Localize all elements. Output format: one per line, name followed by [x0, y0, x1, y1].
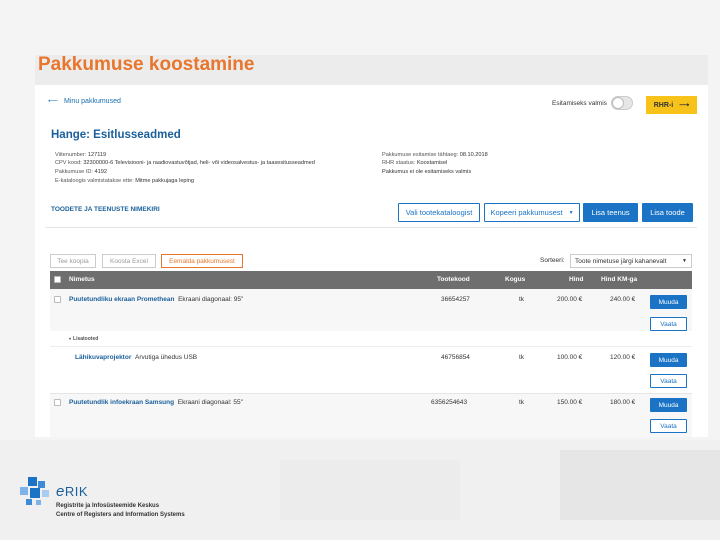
- view-button[interactable]: Vaata: [650, 419, 687, 433]
- row-checkbox[interactable]: [54, 399, 61, 406]
- product-qty: tk: [519, 399, 525, 406]
- meta-deadline: Pakkumuse esitamise tähtaeg: 08.10.2018: [382, 152, 488, 158]
- meta-ecatalog: E-kataloogis valmistatakse ette: Mitme p…: [55, 178, 195, 184]
- logo-wordmark: eRIK: [56, 483, 88, 500]
- caret-down-icon: ▼: [568, 209, 574, 216]
- product-cell: Lähikuvaprojektor Arvutiga ühedus USB: [75, 354, 197, 361]
- make-copy-button[interactable]: Tee koopia: [50, 254, 96, 268]
- back-link[interactable]: ⟵ Minu pakkumused: [48, 97, 121, 105]
- row-checkbox[interactable]: [54, 296, 61, 303]
- meta-cpv: CPV kood: 32300000-6 Televisiooni- ja ra…: [55, 160, 315, 166]
- meta-reference: Viitenumber: 127119: [55, 152, 107, 158]
- product-price-vat: 180.00 €: [610, 399, 636, 406]
- product-qty: tk: [519, 296, 525, 303]
- product-qty: tk: [519, 354, 525, 361]
- meta-rhr-status: RHR staatus: Koostamisel: [382, 160, 448, 166]
- chevron-down-icon: ▾: [69, 336, 72, 341]
- catalog-button[interactable]: Vali tootekataloogist: [398, 203, 480, 222]
- caret-down-icon: ▼: [682, 258, 687, 264]
- hange-title: Hange: Esitlusseadmed: [51, 129, 181, 141]
- logo-line2: Centre of Registers and Information Syst…: [56, 512, 185, 518]
- ready-toggle[interactable]: [611, 96, 633, 110]
- add-product-button[interactable]: Lisa toode: [642, 203, 693, 222]
- export-excel-button[interactable]: Koosta Excel: [102, 254, 156, 268]
- addon-label: ▾ Lisatooted: [69, 336, 98, 342]
- sort-label: Sorteeri:: [540, 257, 565, 264]
- select-all-checkbox[interactable]: [54, 276, 61, 283]
- edit-button[interactable]: Muuda: [650, 353, 687, 367]
- add-service-button[interactable]: Lisa teenus: [583, 203, 638, 222]
- product-price: 150.00 €: [557, 399, 583, 406]
- view-button[interactable]: Vaata: [650, 317, 687, 331]
- copy-from-offer-label: Kopeeri pakkumusest: [490, 208, 563, 217]
- col-name: Nimetus: [69, 276, 95, 283]
- toggle-label: Esitamiseks valmis: [552, 100, 607, 107]
- rhr-button-label: RHR-i: [653, 101, 674, 109]
- edit-button[interactable]: Muuda: [650, 295, 687, 309]
- product-desc: Arvutiga ühedus USB: [134, 354, 198, 361]
- sort-select[interactable]: Toote nimetuse järgi kahanevalt ▼: [570, 254, 692, 268]
- product-code: 6356254643: [431, 399, 468, 406]
- col-price: Hind: [569, 276, 584, 283]
- meta-readiness: Pakkumus ei ole esitamiseks valmis: [382, 169, 472, 175]
- product-cell: Puutetundlik infoekraan Samsung Ekraani …: [69, 399, 243, 406]
- product-desc: Ekraani diagonaal: 55": [177, 399, 243, 406]
- product-price: 200.00 €: [557, 296, 583, 303]
- back-link-label: Minu pakkumused: [64, 98, 121, 105]
- logo-line1: Registrite ja Infosüsteemide Keskus: [56, 503, 160, 509]
- rhr-button[interactable]: RHR-i ⟶: [646, 96, 697, 114]
- product-cell: Puutetundliku ekraan Promethean Ekraani …: [69, 296, 243, 303]
- product-name[interactable]: Lähikuvaprojektor: [75, 354, 131, 361]
- logo-e-glyph: e: [56, 483, 65, 500]
- section-title: TOODETE JA TEENUSTE NIMEKIRI: [51, 206, 160, 213]
- table-header: [50, 271, 692, 289]
- page-title: Pakkumuse koostamine: [38, 54, 255, 75]
- rik-logo-icon: [18, 477, 52, 509]
- arrow-left-icon: ⟵: [48, 98, 59, 105]
- table-row: [50, 346, 692, 392]
- background-block: [560, 450, 720, 520]
- main-panel: ⟵ Minu pakkumused Esitamiseks valmis RHR-…: [35, 85, 708, 437]
- background-block: [280, 460, 460, 520]
- product-price: 100.00 €: [557, 354, 583, 361]
- slide-stage: Pakkumuse koostamine ⟵ Minu pakkumused Es…: [0, 0, 720, 540]
- view-button[interactable]: Vaata: [650, 374, 687, 388]
- sort-select-value: Toote nimetuse järgi kahanevalt: [575, 257, 667, 265]
- addon-label-text: Lisatooted: [73, 336, 99, 342]
- logo-mark: RIK: [64, 484, 89, 499]
- product-code: 36654257: [441, 296, 470, 303]
- col-price-vat: Hind KM-ga: [601, 276, 638, 283]
- toggle-knob: [612, 97, 624, 109]
- arrow-right-icon: ⟶: [679, 102, 690, 109]
- edit-button[interactable]: Muuda: [650, 398, 687, 412]
- product-desc: Ekraani diagonaal: 95": [178, 296, 244, 303]
- col-qty: Kogus: [505, 276, 526, 283]
- product-price-vat: 120.00 €: [610, 354, 636, 361]
- divider: [45, 227, 697, 228]
- meta-offer-id: Pakkumuse ID: 4192: [55, 169, 107, 175]
- col-code: Tootekood: [437, 276, 470, 283]
- product-price-vat: 240.00 €: [610, 296, 636, 303]
- copy-from-offer-button[interactable]: Kopeeri pakkumusest ▼: [484, 203, 580, 222]
- product-name[interactable]: Puutetundliku ekraan Promethean: [69, 296, 174, 303]
- product-code: 46756854: [441, 354, 470, 361]
- remove-from-offer-button[interactable]: Eemalda pakkumusest: [161, 254, 243, 268]
- product-name[interactable]: Puutetundlik infoekraan Samsung: [69, 399, 174, 406]
